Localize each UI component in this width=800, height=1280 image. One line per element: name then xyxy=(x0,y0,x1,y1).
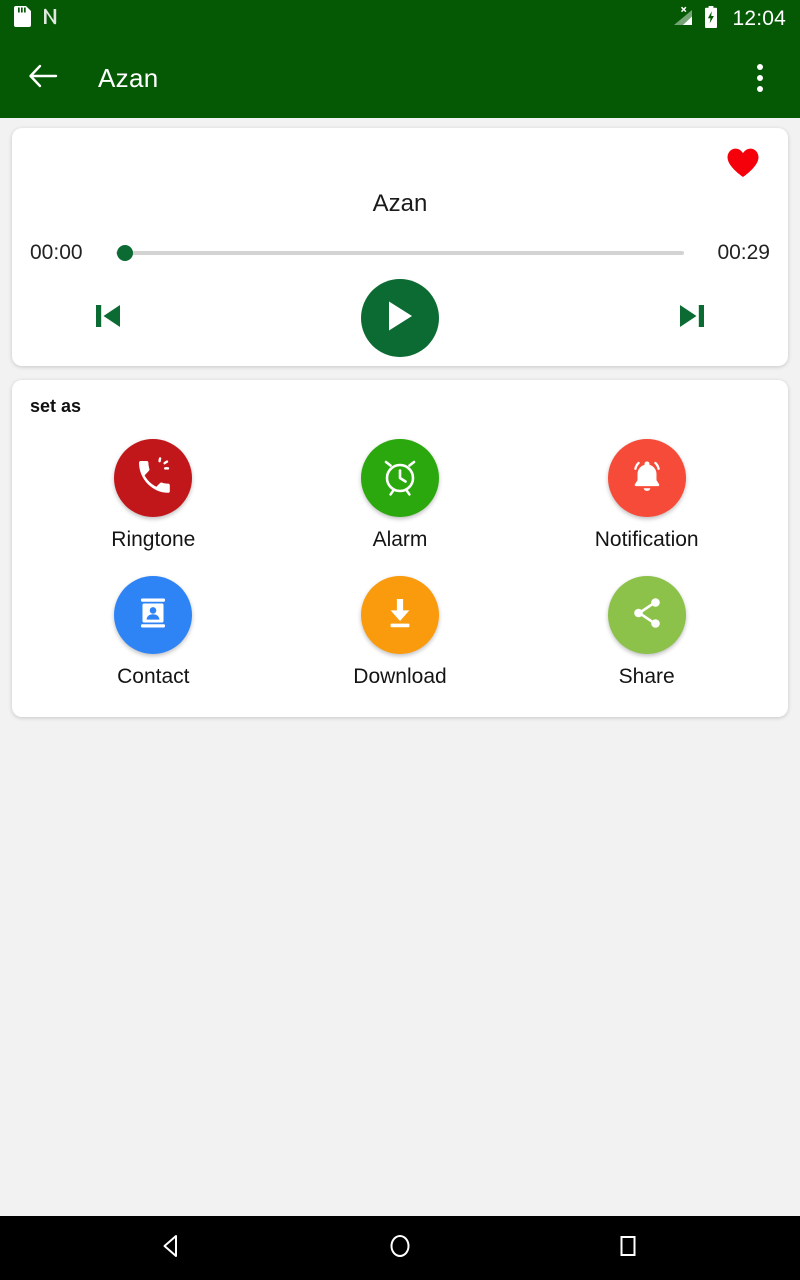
download-icon xyxy=(379,592,421,639)
home-circle-icon xyxy=(385,1231,415,1266)
seek-bar[interactable] xyxy=(116,243,684,263)
seek-track xyxy=(116,251,684,255)
set-as-label: Share xyxy=(618,665,675,688)
set-as-card: set as Ringtone Alarm Notification Conta… xyxy=(12,380,788,717)
android-nav-bar xyxy=(0,1216,800,1280)
page-title: Azan xyxy=(98,62,159,93)
skip-previous-icon xyxy=(88,296,128,341)
nfc-icon xyxy=(41,6,62,32)
ringtone-icon xyxy=(132,455,174,502)
recents-square-icon xyxy=(613,1231,643,1266)
set-as-ringtone[interactable]: Ringtone xyxy=(30,425,277,558)
back-arrow-icon xyxy=(28,63,58,94)
set-as-notification[interactable]: Notification xyxy=(523,425,770,558)
nav-recents-button[interactable] xyxy=(598,1218,658,1278)
total-time-label: 00:29 xyxy=(717,241,770,264)
overflow-menu-icon[interactable] xyxy=(740,54,780,102)
set-as-label: Download xyxy=(353,665,447,688)
notification-circle xyxy=(607,439,686,517)
alarm-circle xyxy=(360,439,439,517)
set-as-grid: Ringtone Alarm Notification Contact Down… xyxy=(30,425,770,695)
current-time-label: 00:00 xyxy=(30,241,83,264)
app-bar: Azan xyxy=(0,38,800,118)
seek-row: 00:00 00:29 xyxy=(12,218,788,265)
set-as-download[interactable]: Download xyxy=(277,562,524,695)
share-circle xyxy=(607,576,686,654)
bell-icon xyxy=(626,455,668,502)
set-as-label: Contact xyxy=(117,665,190,688)
nav-back-button[interactable] xyxy=(142,1218,202,1278)
battery-charging-icon xyxy=(704,5,718,33)
set-as-label: Ringtone xyxy=(111,528,196,551)
player-card: Azan 00:00 00:29 xyxy=(12,128,788,366)
set-as-alarm[interactable]: Alarm xyxy=(277,425,524,558)
play-icon xyxy=(383,298,417,339)
contact-card-icon xyxy=(132,592,174,639)
alarm-clock-icon xyxy=(379,455,421,502)
back-button[interactable] xyxy=(20,55,66,101)
playback-controls xyxy=(12,265,788,357)
overflow-dot xyxy=(757,86,763,92)
set-as-contact[interactable]: Contact xyxy=(30,562,277,695)
back-triangle-icon xyxy=(157,1231,187,1266)
set-as-title: set as xyxy=(30,396,82,416)
next-button[interactable] xyxy=(646,287,738,349)
status-bar: 12:04 xyxy=(0,0,800,38)
ringtone-circle xyxy=(114,439,193,517)
seek-thumb[interactable] xyxy=(117,245,133,261)
main-content: Azan 00:00 00:29 set as Ringtone Alarm N… xyxy=(0,118,800,717)
skip-next-icon xyxy=(672,296,712,341)
track-title: Azan xyxy=(372,190,428,217)
status-bar-right: 12:04 xyxy=(672,5,786,33)
heart-filled-icon xyxy=(726,147,760,183)
set-as-share[interactable]: Share xyxy=(523,562,770,695)
set-as-label: Alarm xyxy=(372,528,428,551)
contact-circle xyxy=(114,576,193,654)
status-bar-clock: 12:04 xyxy=(732,7,786,30)
status-bar-left xyxy=(14,6,62,32)
overflow-dot xyxy=(757,64,763,70)
set-as-label: Notification xyxy=(594,528,699,551)
signal-no-sim-icon xyxy=(672,6,694,32)
play-button[interactable] xyxy=(361,279,439,357)
share-icon xyxy=(626,592,668,639)
nav-home-button[interactable] xyxy=(370,1218,430,1278)
download-circle xyxy=(360,576,439,654)
overflow-dot xyxy=(757,75,763,81)
favorite-button[interactable] xyxy=(724,146,762,184)
sd-card-icon xyxy=(14,6,31,32)
previous-button[interactable] xyxy=(62,287,154,349)
